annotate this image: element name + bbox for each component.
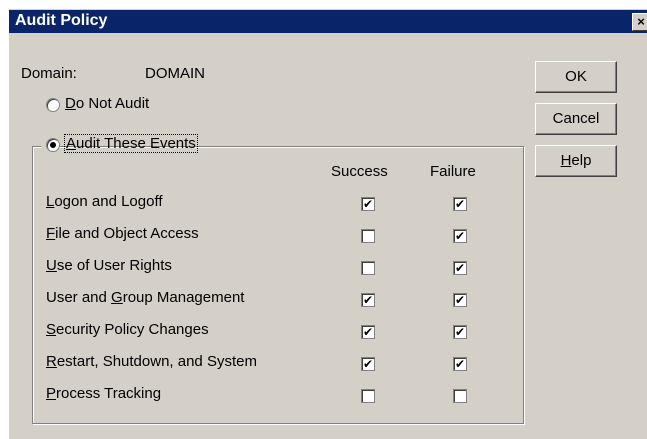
event-label-mnemonic: S [46,321,57,338]
domain-label: Domain: [21,65,77,82]
audit-these-events-option[interactable]: Audit These Events [41,133,198,157]
audit-policy-dialog: Audit Policy × Domain: DOMAIN Do Not Aud… [8,8,647,439]
failure-checkbox[interactable] [453,389,467,403]
success-checkbox[interactable]: ✔ [361,325,375,339]
success-checkbox[interactable]: ✔ [361,197,375,211]
cancel-button[interactable]: Cancel [535,103,617,135]
event-label: Use of User Rights [46,257,172,274]
check-icon: ✔ [454,357,466,371]
event-label-suffix: roup Management [122,289,245,306]
check-icon: ✔ [362,357,374,371]
success-column-header: Success [331,163,388,180]
event-label: User and Group Management [46,289,244,306]
event-label: Security Policy Changes [46,321,209,338]
check-icon: ✔ [362,325,374,339]
event-label-mnemonic: F [46,225,56,242]
audit-these-events-mnemonic: A [66,135,77,152]
help-button[interactable]: Help [535,145,617,177]
event-label-prefix: User and [46,289,112,306]
audit-these-events-text: udit These Events [76,135,196,152]
success-checkbox[interactable]: ✔ [361,293,375,307]
audit-events-group [32,146,524,424]
close-icon: × [637,14,645,29]
event-label-suffix: se of User Rights [56,257,172,274]
close-button[interactable]: × [632,13,647,31]
success-checkbox[interactable] [361,229,375,243]
check-icon: ✔ [362,293,374,307]
help-mnemonic: H [560,152,572,169]
failure-checkbox[interactable]: ✔ [453,261,467,275]
audit-these-events-radio[interactable] [46,138,60,152]
title-bar: Audit Policy × [9,10,647,33]
failure-checkbox[interactable]: ✔ [453,293,467,307]
event-label: Process Tracking [46,385,161,402]
event-label: Restart, Shutdown, and System [46,353,257,370]
radio-selected-dot [50,142,56,148]
event-label-mnemonic: G [111,289,123,306]
failure-checkbox[interactable]: ✔ [453,229,467,243]
audit-these-events-label[interactable]: Audit These Events [64,134,198,153]
event-label-mnemonic: U [46,257,57,274]
check-icon: ✔ [454,197,466,211]
check-icon: ✔ [362,197,374,211]
success-checkbox[interactable]: ✔ [361,357,375,371]
help-text: elp [571,152,592,169]
failure-column-header: Failure [430,163,476,180]
event-label-suffix: ile and Object Access [55,225,199,242]
failure-checkbox[interactable]: ✔ [453,197,467,211]
event-label-suffix: estart, Shutdown, and System [56,353,257,370]
event-label: Logon and Logoff [46,193,163,210]
event-label-suffix: ogon and Logoff [54,193,163,210]
do-not-audit-mnemonic: D [65,95,76,112]
failure-checkbox[interactable]: ✔ [453,325,467,339]
do-not-audit-label[interactable]: Do Not Audit [65,95,149,112]
failure-checkbox[interactable]: ✔ [453,357,467,371]
event-label: File and Object Access [46,225,199,242]
check-icon: ✔ [454,325,466,339]
check-icon: ✔ [454,229,466,243]
check-icon: ✔ [454,293,466,307]
success-checkbox[interactable] [361,389,375,403]
dialog-title: Audit Policy [15,12,108,29]
domain-value: DOMAIN [145,65,205,82]
do-not-audit-radio[interactable] [46,98,60,112]
event-label-suffix: rocess Tracking [56,385,162,402]
do-not-audit-text: o Not Audit [75,95,150,112]
ok-button[interactable]: OK [535,61,617,93]
success-checkbox[interactable] [361,261,375,275]
event-label-mnemonic: P [46,385,57,402]
event-label-suffix: ecurity Policy Changes [56,321,209,338]
event-label-mnemonic: R [46,353,57,370]
check-icon: ✔ [454,261,466,275]
